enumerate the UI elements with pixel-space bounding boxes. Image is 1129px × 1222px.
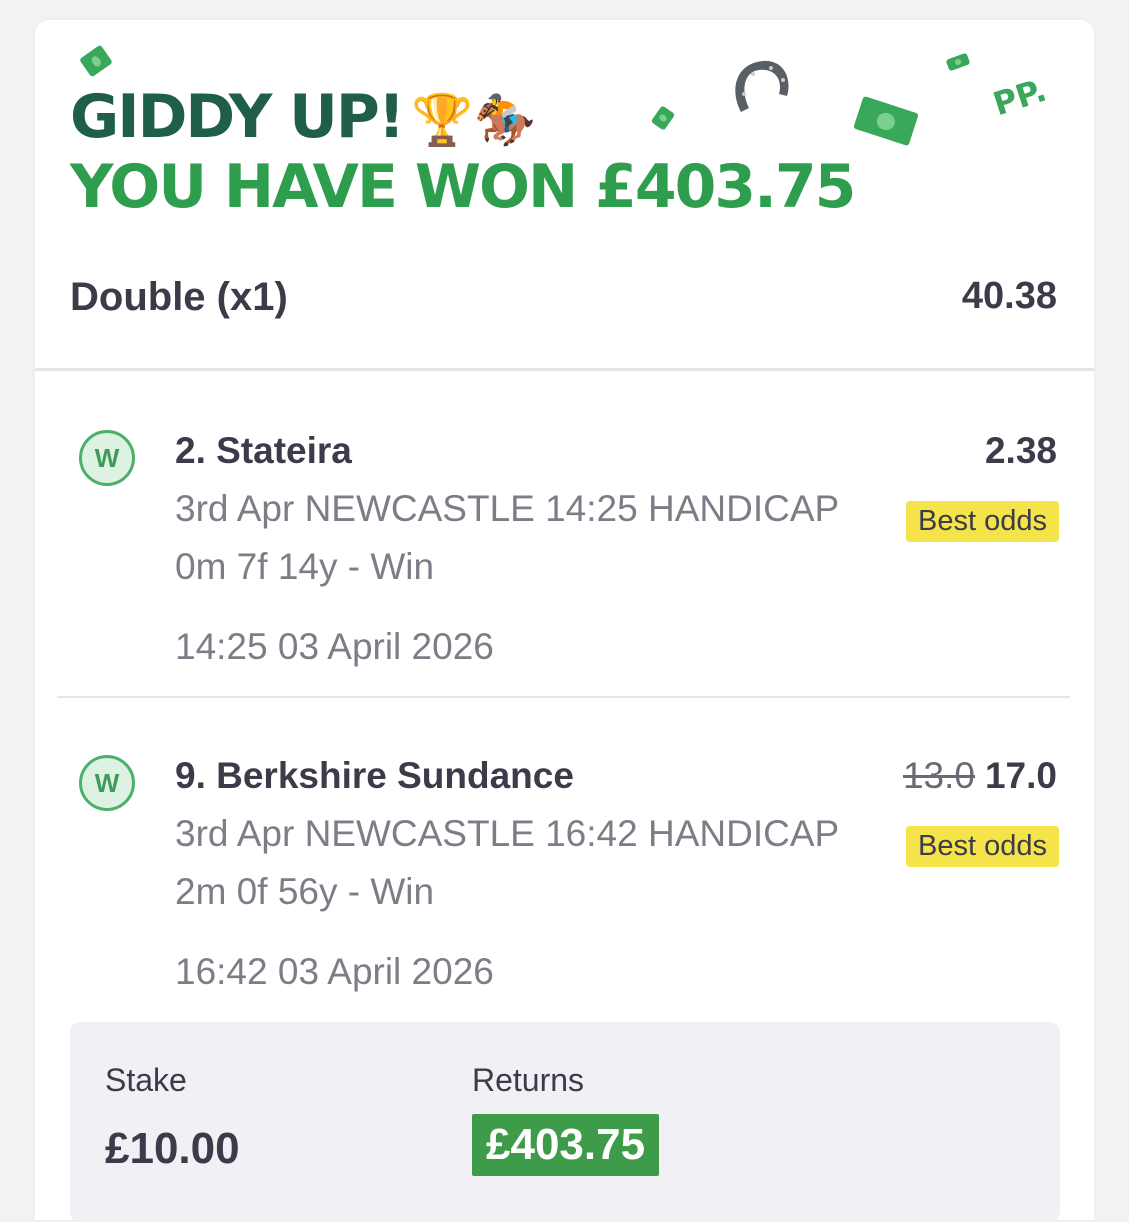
bet-receipt-card: PP. GIDDY UP! 🏆🏇 YOU HAVE WON £403.75 Dou… [35, 20, 1094, 1222]
selection-race: 3rd Apr NEWCASTLE 16:42 HANDICAP [175, 813, 840, 854]
selection-item: W 9. Berkshire Sundance 3rd Apr NEWCASTL… [35, 725, 1094, 1025]
trophy-horse-icon: 🏆🏇 [411, 91, 536, 149]
selection-odds-value: 2.38 [984, 430, 1057, 471]
bet-summary: Stake £10.00 Returns £403.75 [70, 1022, 1060, 1222]
money-bill-icon [79, 44, 113, 78]
selection-distance: 2m 0f 56y - Win [175, 871, 435, 912]
selection-name: 2. Stateira [175, 430, 352, 471]
selection-odds-value: 17.0 [984, 755, 1057, 796]
selection-divider [57, 696, 1070, 698]
best-odds-badge: Best odds [906, 826, 1059, 867]
money-bill-icon [945, 52, 971, 72]
best-odds-badge: Best odds [906, 501, 1059, 542]
stake-label: Stake [105, 1062, 187, 1098]
win-amount-message: YOU HAVE WON £403.75 [70, 152, 856, 222]
selection-odds: 2.38 [985, 430, 1057, 472]
returns-value: £403.75 [472, 1114, 660, 1176]
selection-time: 16:42 03 April 2026 [175, 951, 494, 992]
bet-total-odds: 40.38 [961, 275, 1057, 317]
brand-mark: PP. [988, 70, 1051, 124]
selection-item: W 2. Stateira 3rd Apr NEWCASTLE 14:25 HA… [35, 400, 1094, 700]
selection-race: 3rd Apr NEWCASTLE 14:25 HANDICAP [175, 488, 840, 529]
selection-old-odds: 13.0 [902, 755, 975, 796]
win-title-text: GIDDY UP! [70, 82, 405, 152]
selection-name: 9. Berkshire Sundance [175, 755, 574, 796]
money-bill-icon [853, 95, 919, 147]
selection-time: 14:25 03 April 2026 [175, 626, 494, 667]
bet-type: Double (x1) [70, 275, 288, 319]
win-header: PP. GIDDY UP! 🏆🏇 YOU HAVE WON £403.75 Dou… [35, 20, 1094, 370]
selection-odds: 13.0 17.0 [903, 755, 1057, 797]
win-title: GIDDY UP! 🏆🏇 [70, 82, 536, 155]
header-divider [35, 368, 1094, 371]
returns-label: Returns [472, 1062, 585, 1098]
stake-value: £10.00 [105, 1124, 240, 1173]
win-status-icon: W [79, 430, 135, 486]
selection-distance: 0m 7f 14y - Win [175, 546, 435, 587]
win-status-icon: W [79, 755, 135, 811]
money-bill-icon [650, 105, 676, 131]
horseshoe-icon [735, 60, 789, 112]
